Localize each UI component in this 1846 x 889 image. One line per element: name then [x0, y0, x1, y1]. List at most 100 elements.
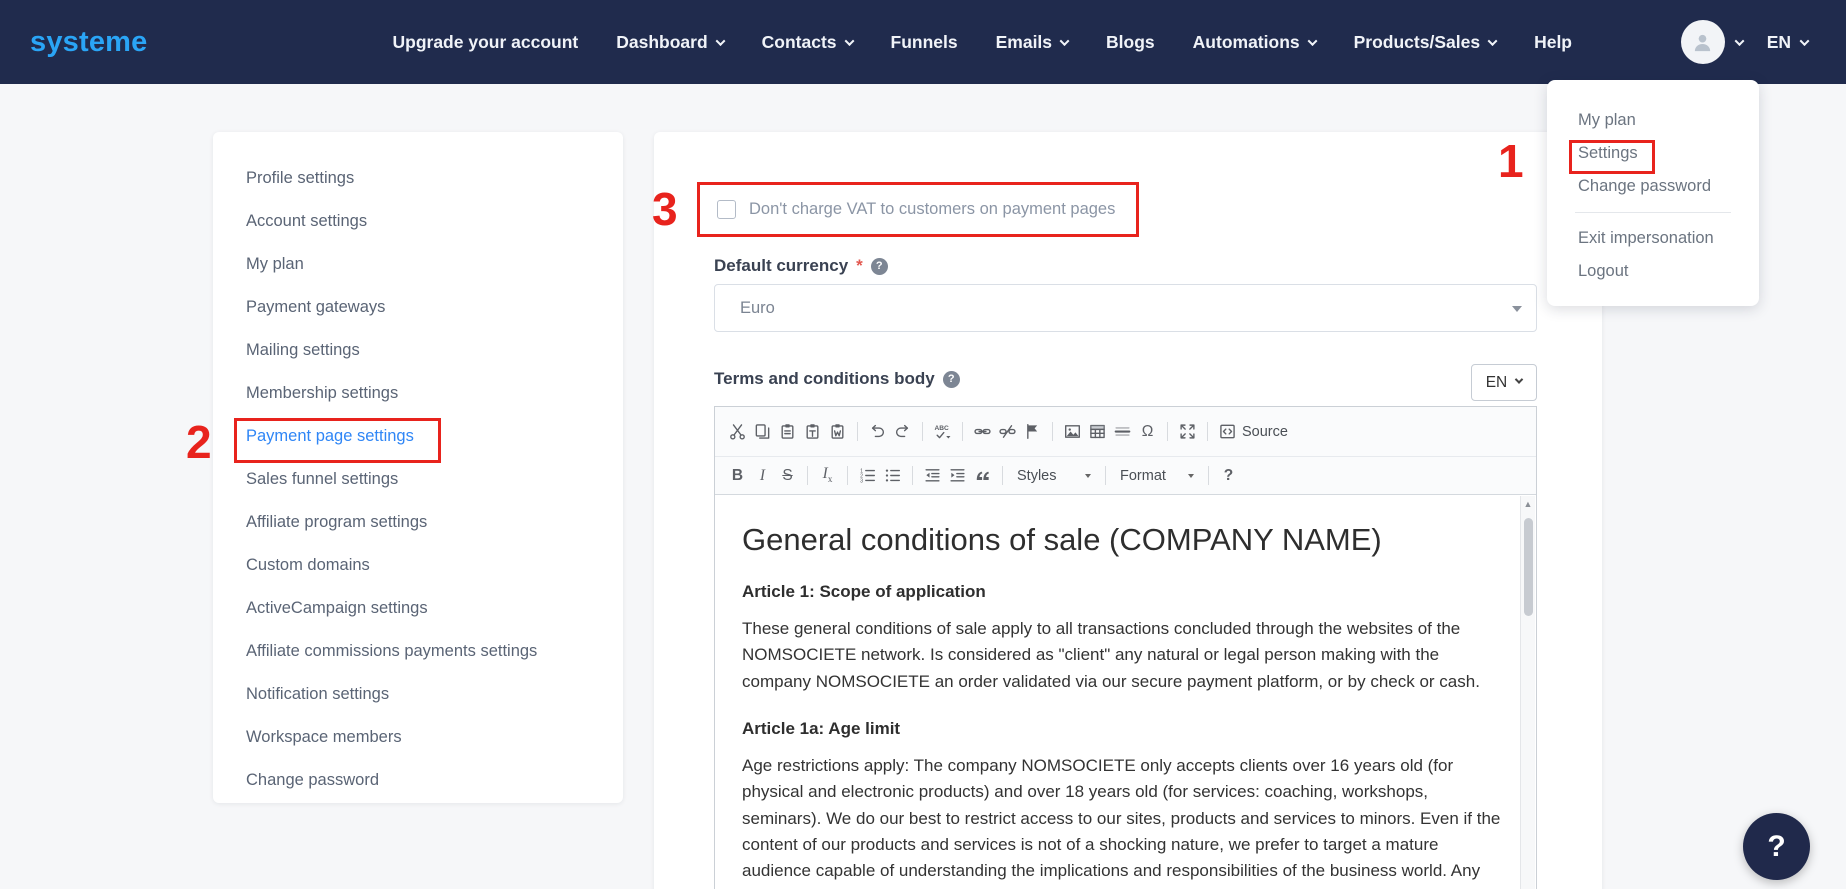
menu-item-settings[interactable]: Settings — [1547, 137, 1759, 170]
help-icon[interactable]: ? — [870, 257, 888, 275]
cut-icon[interactable] — [725, 418, 750, 445]
sidebar-item-notification-settings[interactable]: Notification settings — [213, 673, 623, 716]
horizontal-line-icon[interactable] — [1110, 418, 1135, 445]
remove-format-icon[interactable]: Ix — [815, 462, 840, 489]
spell-check-icon[interactable]: ABC — [930, 418, 955, 445]
nav-item-funnels[interactable]: Funnels — [891, 32, 958, 53]
nav-item-label: Upgrade your account — [392, 31, 579, 52]
help-button[interactable]: ? — [1743, 813, 1810, 880]
nav-item-products-sales[interactable]: Products/Sales — [1354, 32, 1498, 53]
annotation-number-3: 3 — [652, 183, 678, 235]
sidebar-item-mailing-settings[interactable]: Mailing settings — [213, 329, 623, 372]
toolbar-separator — [922, 422, 923, 441]
toolbar-separator — [857, 422, 858, 441]
image-icon[interactable] — [1060, 418, 1085, 445]
table-icon[interactable] — [1085, 418, 1110, 445]
vat-checkbox-label: Don't charge VAT to customers on payment… — [749, 200, 1116, 218]
editor-heading: General conditions of sale (COMPANY NAME… — [742, 522, 1382, 557]
undo-icon[interactable] — [865, 418, 890, 445]
bold-icon[interactable]: B — [725, 462, 750, 489]
italic-icon[interactable]: I — [750, 462, 775, 489]
menu-item-exit-impersonation[interactable]: Exit impersonation — [1547, 222, 1759, 255]
menu-item-logout[interactable]: Logout — [1547, 255, 1759, 288]
anchor-icon[interactable] — [1020, 418, 1045, 445]
strikethrough-icon[interactable]: S — [775, 462, 800, 489]
editor-language-value: EN — [1485, 373, 1508, 391]
chevron-down-icon — [1515, 375, 1524, 384]
bulleted-list-icon[interactable] — [880, 462, 905, 489]
redo-icon[interactable] — [890, 418, 915, 445]
sidebar-item-affiliate-program-settings[interactable]: Affiliate program settings — [213, 501, 623, 544]
avatar — [1680, 20, 1725, 64]
navbar-right: EN — [1680, 20, 1810, 64]
sidebar-item-workspace-members[interactable]: Workspace members — [213, 716, 623, 759]
outdent-icon[interactable] — [920, 462, 945, 489]
sidebar-item-payment-gateways[interactable]: Payment gateways — [213, 286, 623, 329]
paste-word-icon[interactable] — [825, 418, 850, 445]
vat-checkbox[interactable] — [717, 200, 736, 219]
sidebar-item-sales-funnel-settings[interactable]: Sales funnel settings — [213, 458, 623, 501]
annotation-number-2: 2 — [186, 416, 212, 468]
sidebar-item-account-settings[interactable]: Account settings — [213, 200, 623, 243]
sidebar-item-membership-settings[interactable]: Membership settings — [213, 372, 623, 415]
paste-text-icon[interactable] — [800, 418, 825, 445]
language-label: EN — [1766, 31, 1791, 52]
sidebar-item-profile-settings[interactable]: Profile settings — [213, 157, 623, 200]
indent-icon[interactable] — [945, 462, 970, 489]
sidebar-item-custom-domains[interactable]: Custom domains — [213, 544, 623, 587]
toolbar-separator — [1002, 466, 1003, 485]
numbered-list-icon[interactable]: 123 — [855, 462, 880, 489]
toolbar-separator — [1207, 422, 1208, 441]
unlink-icon[interactable] — [995, 418, 1020, 445]
vat-checkbox-row[interactable]: Don't charge VAT to customers on payment… — [717, 200, 1115, 219]
toolbar-separator — [847, 466, 848, 485]
menu-divider — [1575, 212, 1731, 213]
styles-dropdown[interactable]: Styles — [1010, 466, 1098, 486]
sidebar-item-activecampaign-settings[interactable]: ActiveCampaign settings — [213, 587, 623, 630]
combo-label: Format — [1120, 467, 1166, 484]
editor-section-title: Article 1a: Age limit — [742, 719, 901, 739]
nav-item-contacts[interactable]: Contacts — [762, 32, 854, 53]
editor-toolbar-row1: ABC Ω Source — [715, 407, 1536, 457]
field-label-text: Terms and conditions body — [714, 369, 935, 388]
format-dropdown[interactable]: Format — [1113, 466, 1201, 486]
source-icon[interactable]: Source — [1215, 418, 1292, 445]
sidebar-item-my-plan[interactable]: My plan — [213, 243, 623, 286]
currency-select[interactable]: Euro — [714, 284, 1537, 332]
chevron-down-icon — [1188, 473, 1194, 478]
paste-icon[interactable] — [775, 418, 800, 445]
maximize-icon[interactable] — [1175, 418, 1200, 445]
about-icon[interactable]: ? — [1216, 462, 1241, 489]
select-caret-icon — [1512, 306, 1522, 312]
toolbar-separator — [962, 422, 963, 441]
sidebar-item-affiliate-commissions-payments-settings[interactable]: Affiliate commissions payments settings — [213, 630, 623, 673]
sidebar-item-change-password[interactable]: Change password — [213, 759, 623, 802]
nav-item-upgrade-your-account[interactable]: Upgrade your account — [393, 32, 579, 53]
blockquote-icon[interactable] — [970, 462, 995, 489]
help-icon[interactable]: ? — [942, 370, 960, 388]
nav-item-label: Blogs — [1106, 31, 1155, 52]
nav-item-automations[interactable]: Automations — [1193, 32, 1318, 53]
menu-item-change-password[interactable]: Change password — [1547, 170, 1759, 203]
nav-item-emails[interactable]: Emails — [996, 32, 1070, 53]
default-currency-label: Default currency * ? — [714, 256, 888, 276]
copy-icon[interactable] — [750, 418, 775, 445]
sidebar-item-payment-page-settings[interactable]: Payment page settings — [213, 415, 623, 458]
menu-item-my-plan[interactable]: My plan — [1547, 104, 1759, 137]
link-icon[interactable] — [970, 418, 995, 445]
settings-sidebar: Profile settings Account settings My plan P… — [213, 132, 623, 803]
user-menu-trigger[interactable] — [1680, 20, 1745, 64]
editor-language-select[interactable]: EN — [1471, 364, 1537, 401]
scrollbar-thumb[interactable] — [1523, 518, 1533, 616]
special-char-icon[interactable]: Ω — [1135, 418, 1160, 445]
toolbar-separator — [1105, 466, 1106, 485]
editor-content[interactable]: General conditions of sale (COMPANY NAME… — [716, 496, 1520, 889]
language-selector[interactable]: EN — [1766, 31, 1810, 53]
logo[interactable]: systeme — [30, 26, 148, 59]
nav-item-blogs[interactable]: Blogs — [1106, 32, 1155, 53]
scrollbar-up-icon[interactable]: ▲ — [1521, 499, 1535, 509]
chevron-down-icon — [1734, 35, 1745, 46]
nav-item-help[interactable]: Help — [1534, 32, 1572, 53]
nav-item-dashboard[interactable]: Dashboard — [616, 32, 726, 53]
editor-scrollbar[interactable]: ▲ — [1520, 496, 1535, 889]
